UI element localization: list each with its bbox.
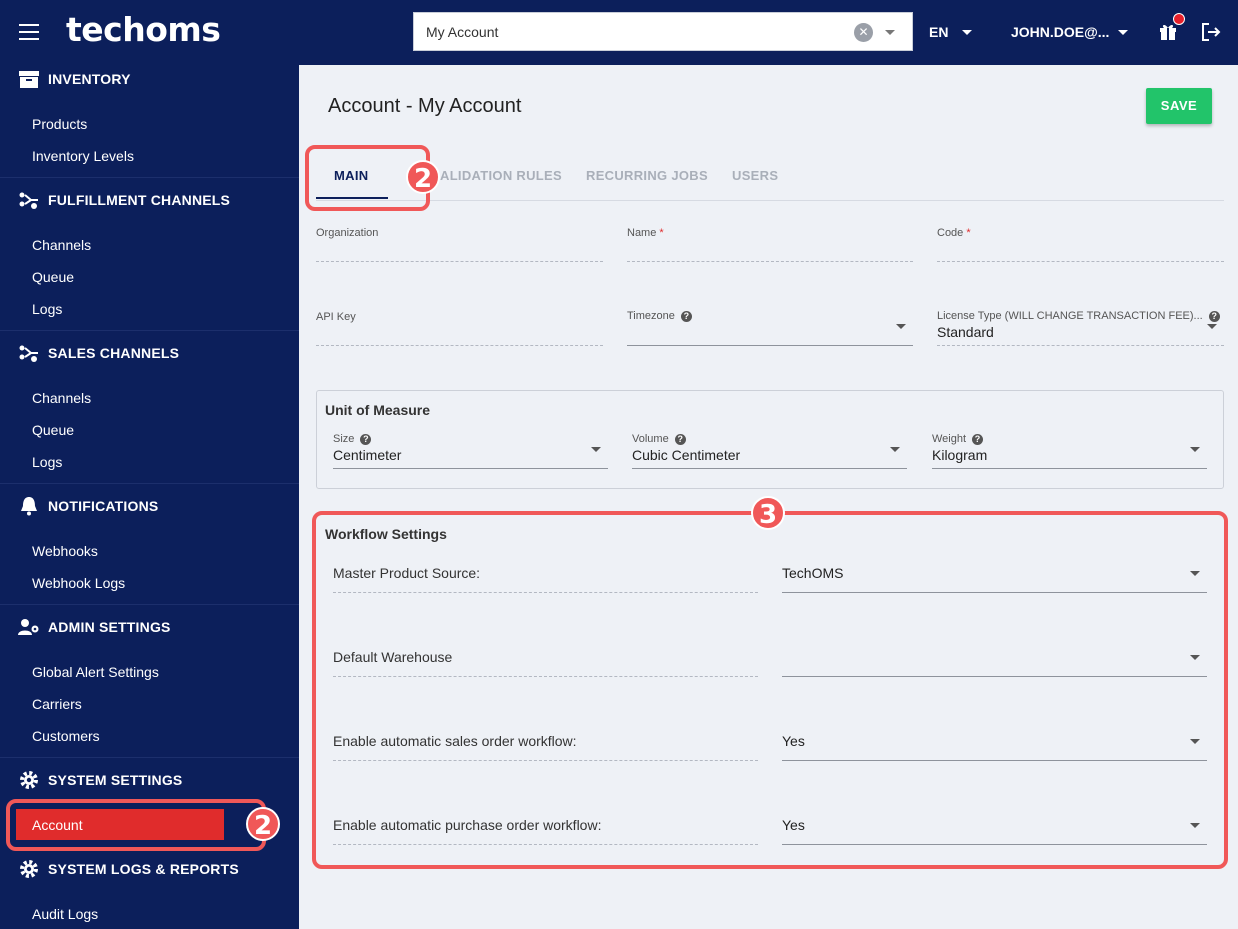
channels-icon	[19, 192, 38, 209]
chevron-down-icon[interactable]	[1207, 324, 1217, 329]
divider	[0, 757, 299, 758]
weight-label: Weight?	[932, 433, 984, 445]
sidebar-section-inventory[interactable]: INVENTORY	[0, 65, 299, 95]
divider	[0, 330, 299, 331]
license-type-label: License Type (WILL CHANGE TRANSACTION FE…	[937, 310, 1220, 322]
user-menu[interactable]: JOHN.DOE@...	[1011, 24, 1109, 40]
chevron-down-icon[interactable]	[885, 30, 895, 35]
code-field[interactable]	[937, 261, 1224, 262]
top-bar: techoms My Account ✕ EN JOHN.DOE@...	[0, 0, 1238, 65]
sidebar-item-inventory-levels[interactable]: Inventory Levels	[32, 148, 134, 164]
gear-icon	[20, 771, 38, 789]
channels-icon	[19, 345, 38, 362]
sidebar-section-system-settings[interactable]: SYSTEM SETTINGS	[0, 766, 299, 796]
license-type-select[interactable]	[937, 345, 1224, 346]
chevron-down-icon[interactable]	[1190, 447, 1200, 452]
api-key-field[interactable]	[316, 345, 603, 346]
unit-of-measure-panel	[316, 390, 1224, 489]
save-button[interactable]: SAVE	[1146, 88, 1212, 124]
name-label: Name *	[627, 227, 664, 239]
help-icon[interactable]: ?	[674, 434, 686, 445]
sidebar-item-products[interactable]: Products	[32, 116, 87, 132]
admin-users-icon	[18, 619, 39, 635]
api-key-label: API Key	[316, 311, 356, 323]
volume-label: Volume?	[632, 433, 686, 445]
help-icon[interactable]: ?	[680, 311, 692, 322]
sidebar-item-carriers[interactable]: Carriers	[32, 696, 82, 712]
callout-badge: 3	[751, 496, 785, 530]
callout-badge: 2	[246, 807, 280, 841]
help-icon[interactable]: ?	[972, 434, 984, 445]
bell-icon	[21, 497, 37, 516]
callout-highlight	[312, 511, 1228, 869]
volume-select[interactable]	[632, 468, 907, 469]
timezone-select[interactable]	[627, 345, 913, 346]
unit-of-measure-title: Unit of Measure	[325, 402, 431, 418]
divider	[0, 604, 299, 605]
weight-select[interactable]	[932, 468, 1207, 469]
tab-users[interactable]: USERS	[732, 168, 778, 183]
chevron-down-icon[interactable]	[896, 324, 906, 329]
weight-value[interactable]: Kilogram	[932, 447, 987, 463]
sidebar-section-notifications[interactable]: NOTIFICATIONS	[0, 492, 299, 522]
sidebar-section-admin-settings[interactable]: ADMIN SETTINGS	[0, 613, 299, 643]
chevron-down-icon[interactable]	[890, 447, 900, 452]
sidebar-item-logs[interactable]: Logs	[32, 454, 62, 470]
menu-icon[interactable]	[19, 24, 39, 40]
sidebar-section-system-logs-reports[interactable]: SYSTEM LOGS & REPORTS	[0, 855, 299, 885]
divider	[0, 483, 299, 484]
search-value: My Account	[426, 24, 499, 40]
chevron-down-icon[interactable]	[591, 447, 601, 452]
size-label: Size?	[333, 433, 372, 445]
sidebar-item-webhook-logs[interactable]: Webhook Logs	[32, 575, 125, 591]
sidebar-item-audit-logs[interactable]: Audit Logs	[32, 906, 98, 922]
help-icon[interactable]: ?	[1208, 311, 1220, 322]
language-select[interactable]: EN	[929, 24, 948, 40]
tab-allocation-rules[interactable]: ALIDATION RULES	[440, 168, 562, 183]
sidebar-section-sales-channels[interactable]: SALES CHANNELS	[0, 339, 299, 369]
tab-recurring-jobs[interactable]: RECURRING JOBS	[586, 168, 708, 183]
account-search-select[interactable]: My Account ✕	[413, 12, 913, 51]
sidebar-item-queue[interactable]: Queue	[32, 422, 74, 438]
sidebar-item-queue[interactable]: Queue	[32, 269, 74, 285]
notification-dot	[1173, 13, 1185, 25]
logout-icon[interactable]	[1200, 21, 1222, 43]
license-type-value[interactable]: Standard	[937, 324, 994, 340]
sidebar-item-channels[interactable]: Channels	[32, 237, 91, 253]
organization-label: Organization	[316, 227, 379, 239]
tabs-divider	[316, 200, 1224, 201]
sidebar-section-fulfillment-channels[interactable]: FULFILLMENT CHANNELS	[0, 186, 299, 216]
callout-badge: 2	[406, 160, 440, 194]
sidebar-item-webhooks[interactable]: Webhooks	[32, 543, 98, 559]
sidebar-item-global-alert-settings[interactable]: Global Alert Settings	[32, 664, 159, 680]
help-icon[interactable]: ?	[360, 434, 372, 445]
timezone-label: Timezone?	[627, 310, 692, 322]
archive-icon	[19, 71, 39, 88]
logo: techoms	[66, 10, 221, 49]
organization-field[interactable]	[316, 261, 603, 262]
size-value[interactable]: Centimeter	[333, 447, 401, 463]
size-select[interactable]	[333, 468, 608, 469]
code-label: Code *	[937, 227, 971, 239]
chevron-down-icon[interactable]	[1118, 30, 1128, 35]
sidebar-item-channels[interactable]: Channels	[32, 390, 91, 406]
chevron-down-icon[interactable]	[962, 30, 972, 35]
callout-highlight	[6, 799, 266, 851]
name-field[interactable]	[627, 261, 913, 262]
page-title: Account - My Account	[328, 95, 522, 117]
volume-value[interactable]: Cubic Centimeter	[632, 447, 740, 463]
divider	[0, 177, 299, 178]
gear-icon	[20, 860, 38, 878]
sidebar-item-logs[interactable]: Logs	[32, 301, 62, 317]
clear-icon[interactable]: ✕	[854, 23, 873, 42]
sidebar-item-customers[interactable]: Customers	[32, 728, 100, 744]
